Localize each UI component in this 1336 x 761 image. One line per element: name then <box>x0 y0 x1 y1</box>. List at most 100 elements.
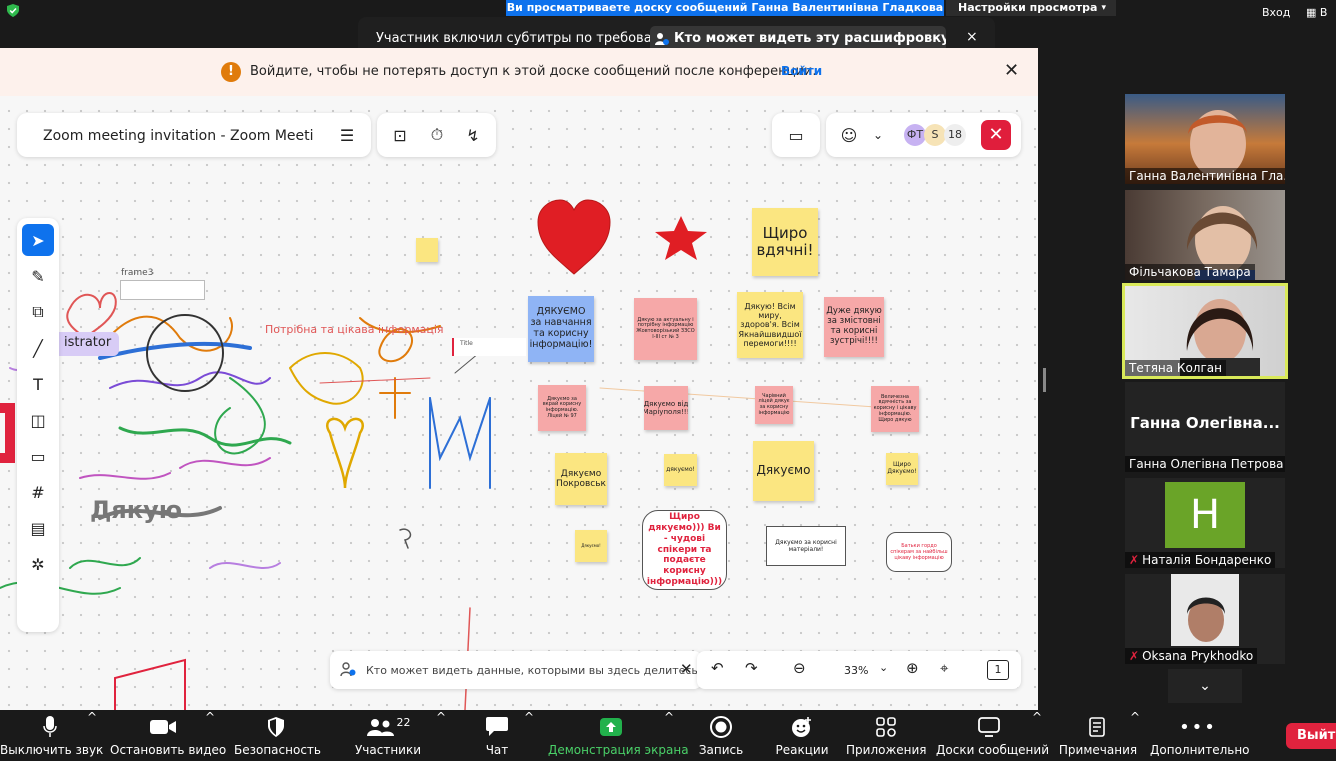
laser-pointer-icon[interactable]: ↯ <box>458 123 488 147</box>
participant-chip[interactable]: ФТ <box>904 124 926 146</box>
small-title-box[interactable]: Title <box>452 338 526 356</box>
close-icon[interactable]: × <box>966 29 978 45</box>
line-icon[interactable]: ╱ <box>22 332 54 364</box>
board-title[interactable]: Zoom meeting invitation - Zoom Meeting..… <box>43 128 313 144</box>
mute-button[interactable]: Выключить звук <box>0 710 103 761</box>
sticky-note[interactable]: Дуже дякую за змістовні та корисні зустр… <box>824 297 884 357</box>
sticky-note-icon[interactable]: ◫ <box>22 404 54 436</box>
participant-tile[interactable]: Ганна Олегівна... Ганна Олегівна Петрова <box>1125 382 1285 472</box>
sticky-note[interactable]: ДЯКУЄМО за навчання та корисну інформаці… <box>528 296 594 362</box>
chevron-up-icon[interactable]: ^ <box>87 710 97 761</box>
zoom-in-icon[interactable]: ⊕ <box>906 659 919 677</box>
participants-button[interactable]: 22 Участники <box>348 710 428 761</box>
close-icon[interactable]: ✕ <box>680 660 693 678</box>
panel-resize-handle[interactable] <box>1043 368 1046 392</box>
whiteboard-canvas[interactable]: ! Войдите, чтобы не потерять доступ к эт… <box>0 48 1038 710</box>
menu-icon[interactable]: ☰ <box>333 123 361 147</box>
text-icon[interactable]: T <box>22 368 54 400</box>
big-sign-sticky[interactable]: Щиро вдячні! <box>752 208 818 276</box>
record-button[interactable]: Запись <box>692 710 750 761</box>
privacy-notice: Кто может видеть данные, которыми вы зде… <box>330 651 702 689</box>
comment-icon[interactable]: ▭ <box>22 440 54 472</box>
participants-icon <box>366 719 394 736</box>
video-button[interactable]: Остановить видео <box>110 710 226 761</box>
empty-sticky[interactable] <box>416 238 438 262</box>
sticky-note[interactable]: Дякуємо! <box>575 530 607 562</box>
chevron-up-icon[interactable]: ^ <box>524 710 534 761</box>
microphone-icon <box>43 716 57 737</box>
sticky-note[interactable]: Щиро Дякуємо! <box>886 453 918 485</box>
participant-name: Тетяна Колган <box>1125 360 1226 376</box>
select-icon[interactable]: ➤ <box>22 224 54 256</box>
rect-box[interactable]: Дякуємо за корисні матеріали! <box>766 526 846 566</box>
shapes-icon[interactable]: ⧉ <box>22 296 54 328</box>
exit-fullscreen-button[interactable]: Вход <box>1262 6 1290 19</box>
viewing-banner: Ви просматриваете доску сообщений Ганна … <box>506 0 944 16</box>
video-camera-icon <box>150 720 176 734</box>
pages-icon[interactable]: 1 <box>987 660 1009 680</box>
shield-icon <box>7 4 19 17</box>
timer-icon[interactable]: ⏱ <box>422 123 452 147</box>
chevron-up-icon[interactable]: ^ <box>1032 710 1042 761</box>
zoom-window: Ви просматриваете доску сообщений Ганна … <box>0 0 1336 761</box>
chat-button[interactable]: Чат <box>470 710 524 761</box>
chevron-up-icon[interactable]: ^ <box>436 710 446 761</box>
leave-button[interactable]: Выйти <box>1286 723 1336 749</box>
notes-button[interactable]: Примечания <box>1058 710 1138 761</box>
sticky-note[interactable]: Дякуємо Покровськ <box>555 453 607 505</box>
star-shape[interactable] <box>653 214 709 262</box>
scroll-down-button[interactable]: ⌄ <box>1168 669 1242 703</box>
sticky-note[interactable]: Дякуємо від Маріуполя!!! <box>644 386 688 430</box>
muted-mic-icon: ✗ <box>1129 649 1140 663</box>
rounded-box[interactable]: Батьки гордо спікерам за найбільш цікаву… <box>886 532 952 572</box>
more-button[interactable]: ••• Дополнительно <box>1150 710 1250 761</box>
zoom-out-icon[interactable]: ⊖ <box>793 659 806 677</box>
chevron-down-icon[interactable]: ⌄ <box>868 123 888 147</box>
present-icon[interactable]: ⊡ <box>385 123 415 147</box>
participant-tile[interactable]: ✗ Oksana Prykhodko <box>1125 574 1285 664</box>
notes-label: Примечания <box>1058 743 1138 757</box>
sticky-note[interactable]: Дякую! Всім миру, здоров'я. Всім Якнайшв… <box>737 292 803 358</box>
security-button[interactable]: Безопасность <box>234 710 321 761</box>
sticky-note[interactable]: дякуємо! <box>664 454 697 486</box>
close-whiteboard-button[interactable]: ✕ <box>981 120 1011 150</box>
locate-icon[interactable]: ⌖ <box>940 659 948 677</box>
undo-icon[interactable]: ↶ <box>711 659 724 677</box>
sticky-note[interactable]: Чарівний ліцей дякує за корисну інформац… <box>755 386 793 424</box>
apps-button[interactable]: Приложения <box>846 710 927 761</box>
view-settings-button[interactable]: Настройки просмотра ▾ <box>946 0 1116 16</box>
page-count: 1 <box>994 663 1002 676</box>
privacy-text[interactable]: Кто может видеть данные, которыми вы зде… <box>366 664 698 677</box>
participant-tile[interactable]: Фільчакова Тамара <box>1125 190 1285 280</box>
participant-chip[interactable]: S <box>924 124 946 146</box>
participant-tile[interactable]: H ✗ Наталія Бондаренко <box>1125 478 1285 568</box>
chevron-down-icon[interactable]: ⌄ <box>879 661 888 674</box>
whiteboards-button[interactable]: Доски сообщений <box>936 710 1049 761</box>
frame-icon[interactable]: # <box>22 476 54 508</box>
redo-icon[interactable]: ↷ <box>745 659 758 677</box>
sticky-note[interactable]: Величезна вдячність за корисну і цікаву … <box>871 386 919 432</box>
chevron-up-icon[interactable]: ^ <box>1130 710 1140 761</box>
zoom-level[interactable]: 33% <box>844 664 868 677</box>
frame[interactable] <box>120 280 205 300</box>
reactions-icon[interactable]: ☺ <box>836 123 862 147</box>
rounded-box[interactable]: Щиро дякуємо))) Ви - чудові спікери та п… <box>642 510 727 590</box>
sticky-note[interactable]: Дякуємо за вкрай корисну інформацію. Ліц… <box>538 385 586 431</box>
more-tools-icon[interactable]: ✲ <box>22 548 54 580</box>
sticky-note[interactable]: Дякуємо <box>753 441 814 501</box>
pen-icon[interactable]: ✎ <box>22 260 54 292</box>
participant-tile[interactable]: Ганна Валентинівна Гла... <box>1125 94 1285 184</box>
comment-icon[interactable]: ▭ <box>781 123 811 147</box>
reactions-button[interactable]: Реакции <box>772 710 832 761</box>
participant-count[interactable]: 18 <box>944 124 966 146</box>
chevron-up-icon[interactable]: ^ <box>205 710 215 761</box>
participant-tile[interactable]: Тетяна Колган <box>1122 283 1288 379</box>
chevron-up-icon[interactable]: ^ <box>664 710 674 761</box>
view-grid-icon[interactable]: ▦ B <box>1306 6 1327 19</box>
participant-avatar: H <box>1165 482 1245 548</box>
participants-label: Участники <box>354 743 422 757</box>
sticky-note[interactable]: Дякую за актуальну і потрібну інформацію… <box>634 298 697 360</box>
template-icon[interactable]: ▤ <box>22 512 54 544</box>
share-screen-button[interactable]: Демонстрация экрана <box>548 710 689 761</box>
heart-shape[interactable] <box>536 198 612 276</box>
